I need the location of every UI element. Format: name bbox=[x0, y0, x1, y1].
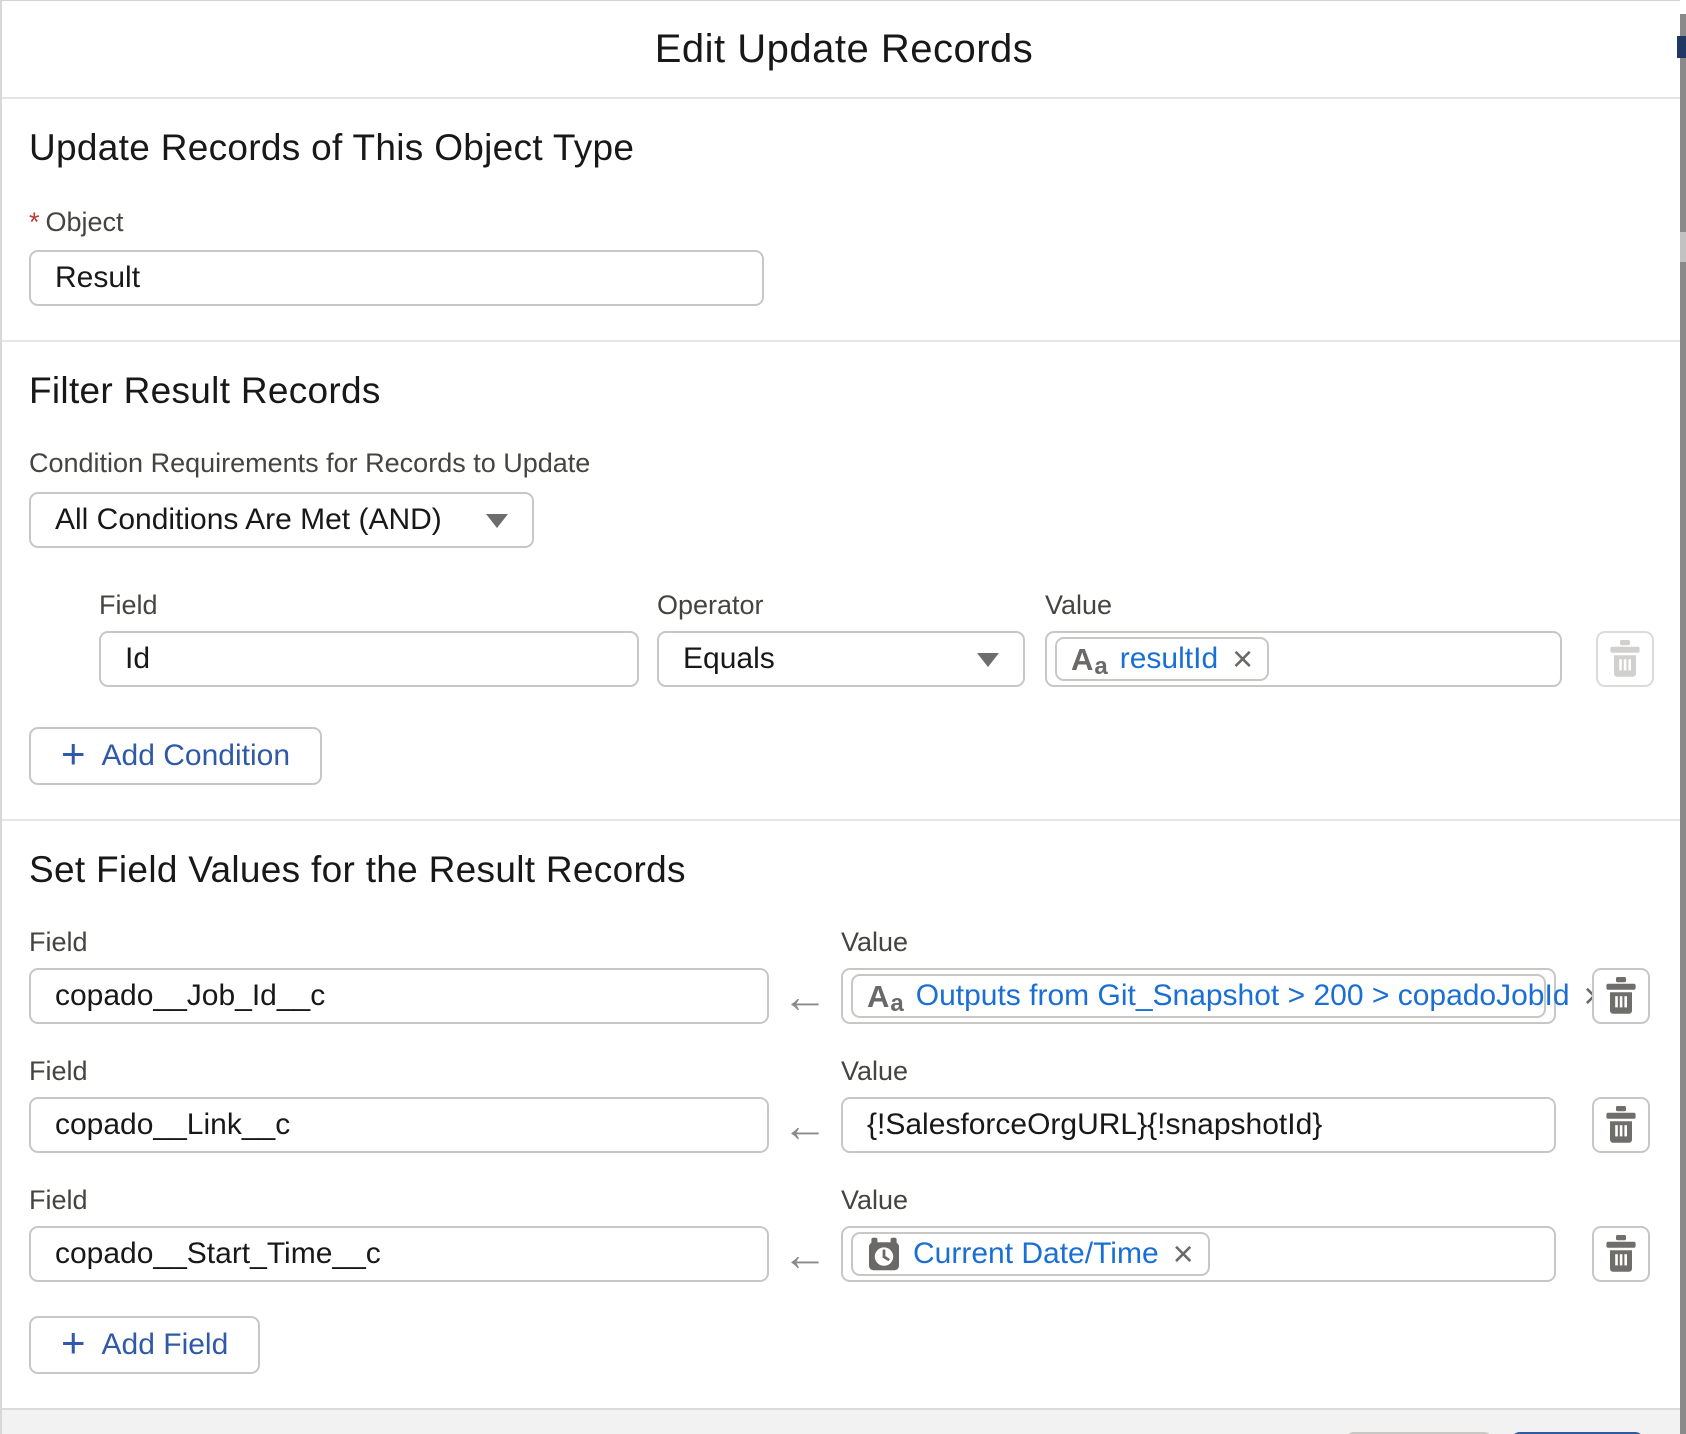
delete-field-button[interactable] bbox=[1592, 1097, 1650, 1153]
section-filter-records: Filter Result Records Condition Requirem… bbox=[2, 342, 1686, 821]
field-value-row: Field copado__Link__c ← Value {!Salesfor… bbox=[29, 1056, 1658, 1153]
background-scrollbar-strip bbox=[1677, 0, 1686, 1434]
condition-value-input[interactable]: Aa resultId × bbox=[1045, 631, 1562, 687]
add-field-label: Add Field bbox=[101, 1328, 229, 1361]
delete-field-button[interactable] bbox=[1592, 1226, 1650, 1282]
required-asterisk: * bbox=[29, 207, 40, 237]
condition-field-input[interactable]: Id bbox=[99, 631, 639, 687]
value-column: Value {!SalesforceOrgURL}{!snapshotId} bbox=[841, 1056, 1556, 1153]
field-input-value: copado__Link__c bbox=[55, 1108, 291, 1141]
datetime-icon bbox=[867, 1237, 901, 1271]
pill-label: Current Date/Time bbox=[913, 1237, 1159, 1270]
field-column: Field copado__Job_Id__c bbox=[29, 927, 769, 1024]
plus-icon: + bbox=[61, 730, 86, 777]
strip-gap bbox=[1680, 0, 1686, 14]
field-input-link[interactable]: copado__Link__c bbox=[29, 1097, 769, 1153]
add-field-button[interactable]: + Add Field bbox=[29, 1316, 261, 1374]
field-value-row: Field copado__Job_Id__c ← Value Aa Outpu… bbox=[29, 927, 1658, 1024]
pill-label: Outputs from Git_Snapshot > 200 > copado… bbox=[915, 979, 1570, 1012]
section-heading-filter: Filter Result Records bbox=[29, 370, 381, 411]
chevron-down-icon bbox=[977, 653, 999, 667]
value-label: Value bbox=[841, 927, 909, 957]
value-input-link[interactable]: {!SalesforceOrgURL}{!snapshotId} bbox=[841, 1097, 1556, 1153]
field-value-row: Field copado__Start_Time__c ← Value Curr… bbox=[29, 1185, 1658, 1282]
chevron-down-icon bbox=[486, 514, 508, 528]
arrow-left-icon: ← bbox=[782, 1228, 828, 1280]
datetime-pill: Current Date/Time × bbox=[851, 1232, 1210, 1276]
value-input-text: {!SalesforceOrgURL}{!snapshotId} bbox=[867, 1108, 1323, 1141]
condition-field-label: Field bbox=[99, 590, 158, 620]
field-input-job-id[interactable]: copado__Job_Id__c bbox=[29, 968, 769, 1024]
value-input-start-time[interactable]: Current Date/Time × bbox=[841, 1226, 1556, 1282]
field-label: Field bbox=[29, 927, 88, 957]
condition-row: Field Id Operator Equals Value A a resul… bbox=[99, 590, 1658, 687]
field-column: Field copado__Start_Time__c bbox=[29, 1185, 769, 1282]
close-icon[interactable]: × bbox=[1173, 1236, 1194, 1272]
field-column: Field copado__Link__c bbox=[29, 1056, 769, 1153]
condition-requirements-value: All Conditions Are Met (AND) bbox=[29, 492, 534, 548]
delete-field-button[interactable] bbox=[1592, 968, 1650, 1024]
value-input-job-id[interactable]: Aa Outputs from Git_Snapshot > 200 > cop… bbox=[841, 968, 1605, 1024]
condition-operator-value: Equals bbox=[683, 642, 775, 675]
section-set-field-values: Set Field Values for the Result Records … bbox=[2, 821, 1686, 1408]
trash-icon bbox=[1606, 1106, 1636, 1143]
object-label-row: * Object bbox=[29, 207, 1658, 238]
condition-requirements-label: Condition Requirements for Records to Up… bbox=[29, 448, 591, 478]
strip-mark bbox=[1677, 36, 1686, 58]
add-condition-label: Add Condition bbox=[101, 739, 290, 772]
close-icon[interactable]: × bbox=[1232, 641, 1253, 677]
field-input-value: copado__Start_Time__c bbox=[55, 1237, 381, 1270]
dialog-title: Edit Update Records bbox=[654, 26, 1034, 71]
arrow-left-icon: ← bbox=[782, 1099, 828, 1151]
value-label: Value bbox=[841, 1185, 909, 1215]
condition-value-column: Value Aa resultId × bbox=[1045, 590, 1562, 687]
section-heading-set-values: Set Field Values for the Result Records bbox=[29, 849, 686, 890]
condition-operator-box: Equals bbox=[657, 631, 1025, 687]
delete-condition-button bbox=[1596, 631, 1654, 687]
field-input-value: copado__Job_Id__c bbox=[55, 979, 326, 1012]
dialog-footer: Cancel Done bbox=[2, 1408, 1686, 1434]
value-column: Value Aa Outputs from Git_Snapshot > 200… bbox=[841, 927, 1605, 1024]
trash-icon bbox=[1610, 640, 1640, 677]
value-column: Value Current Date/Time × bbox=[841, 1185, 1556, 1282]
trash-icon bbox=[1606, 1235, 1636, 1272]
condition-field-column: Field Id bbox=[99, 590, 639, 687]
condition-operator-select[interactable]: Equals bbox=[657, 631, 1025, 687]
field-input-start-time[interactable]: copado__Start_Time__c bbox=[29, 1226, 769, 1282]
arrow-left-icon: ← bbox=[782, 970, 828, 1022]
condition-requirements-select[interactable]: All Conditions Are Met (AND) bbox=[29, 492, 534, 548]
section-heading-object: Update Records of This Object Type bbox=[29, 127, 635, 168]
trash-icon bbox=[1606, 977, 1636, 1014]
condition-field-value: Id bbox=[125, 642, 151, 675]
field-label: Field bbox=[29, 1056, 88, 1086]
section-object-type: Update Records of This Object Type * Obje… bbox=[2, 99, 1686, 342]
plus-icon: + bbox=[61, 1319, 86, 1366]
pill-label: resultId bbox=[1119, 642, 1219, 675]
resource-pill: Aa Outputs from Git_Snapshot > 200 > cop… bbox=[851, 974, 1605, 1018]
condition-requirements-text: All Conditions Are Met (AND) bbox=[55, 503, 442, 536]
edit-update-records-dialog: Edit Update Records Update Records of Th… bbox=[0, 0, 1686, 1434]
dialog-header: Edit Update Records bbox=[2, 1, 1686, 99]
object-label: Object bbox=[45, 207, 124, 237]
value-label: Value bbox=[841, 1056, 909, 1086]
object-input[interactable]: Result bbox=[29, 250, 764, 306]
field-label: Field bbox=[29, 1185, 88, 1215]
condition-operator-column: Operator Equals bbox=[657, 590, 1025, 687]
condition-operator-label: Operator bbox=[657, 590, 764, 620]
dialog-body: Update Records of This Object Type * Obje… bbox=[2, 99, 1686, 1408]
object-input-value: Result bbox=[55, 261, 141, 294]
add-condition-button[interactable]: + Add Condition bbox=[29, 727, 322, 785]
text-type-icon: Aa bbox=[867, 978, 904, 1017]
resource-pill: Aa resultId × bbox=[1055, 637, 1270, 681]
text-type-icon: Aa bbox=[1071, 641, 1108, 680]
condition-value-label: Value bbox=[1045, 590, 1113, 620]
strip-gap bbox=[1680, 232, 1686, 262]
